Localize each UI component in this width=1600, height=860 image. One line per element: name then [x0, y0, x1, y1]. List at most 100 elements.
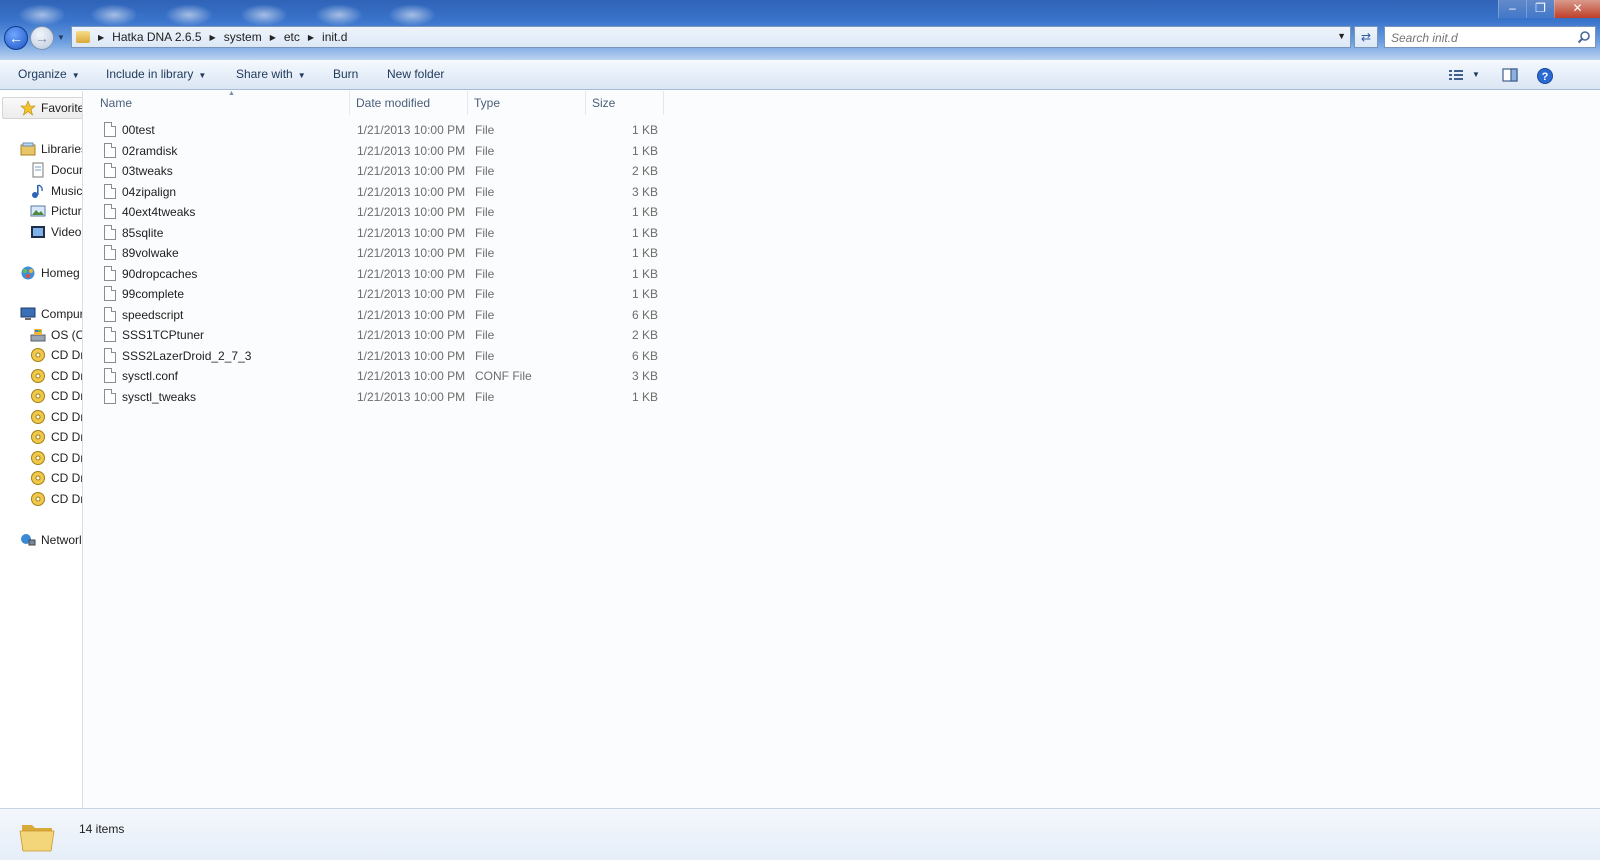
file-row[interactable]: 04zipalign 1/21/2013 10:00 PM File 3 KB — [100, 182, 670, 202]
search-box[interactable] — [1384, 26, 1596, 48]
sidebar-item-cd-drive[interactable]: CD Dr — [30, 367, 83, 385]
help-icon[interactable]: ? — [1537, 68, 1553, 84]
maximize-button[interactable]: ❐ — [1526, 0, 1554, 18]
folder-icon — [19, 825, 55, 852]
cd-drive-icon — [30, 368, 46, 384]
file-row[interactable]: 85sqlite 1/21/2013 10:00 PM File 1 KB — [100, 223, 670, 243]
sidebar-item-cd-drive[interactable]: CD Dr — [30, 490, 82, 508]
search-input[interactable] — [1391, 30, 1561, 45]
minimize-button[interactable]: – — [1498, 0, 1526, 18]
window-controls: – ❐ ✕ — [1498, 0, 1600, 18]
file-row[interactable]: 90dropcaches 1/21/2013 10:00 PM File 1 K… — [100, 264, 670, 284]
sidebar-item-cd-drive[interactable]: CD Dr — [30, 408, 82, 426]
sidebar-item-cd-drive[interactable]: CD Dr — [30, 469, 82, 487]
chevron-right-icon[interactable]: ▶ — [98, 33, 104, 42]
refresh-button[interactable]: ⇄ — [1354, 26, 1378, 48]
hard-drive-icon — [30, 327, 46, 343]
star-icon — [20, 100, 36, 116]
organize-button[interactable]: Organize ▼ — [18, 67, 80, 81]
share-with-label: Share with — [236, 67, 293, 81]
svg-text:?: ? — [1542, 71, 1549, 83]
network-icon — [20, 532, 36, 548]
file-name: 03tweaks — [122, 164, 173, 178]
breadcrumb-item[interactable]: Hatka DNA 2.6.5 — [112, 30, 201, 44]
burn-button[interactable]: Burn — [333, 67, 358, 81]
sidebar-item-favorites[interactable]: Favorite — [20, 99, 82, 117]
sort-ascending-icon: ▲ — [228, 90, 235, 97]
file-row[interactable]: 00test 1/21/2013 10:00 PM File 1 KB — [100, 120, 670, 140]
close-button[interactable]: ✕ — [1554, 0, 1600, 18]
chevron-right-icon[interactable]: ▶ — [270, 33, 276, 42]
sidebar-item-pictures[interactable]: Pictur — [30, 202, 82, 220]
file-date: 1/21/2013 10:00 PM — [357, 205, 466, 219]
sidebar-item-cd-drive[interactable]: CD Dr — [30, 449, 83, 467]
column-header-size[interactable]: Size — [586, 91, 664, 115]
file-type: File — [475, 267, 495, 281]
navigation-pane: Favorite Libraries Docur Music Pictur Vi… — [0, 91, 83, 808]
change-view-icon[interactable] — [1448, 68, 1464, 82]
file-icon — [104, 204, 116, 219]
file-name: 89volwake — [122, 246, 179, 260]
file-row[interactable]: sysctl_tweaks 1/21/2013 10:00 PM File 1 … — [100, 387, 670, 407]
sidebar-item-label: CD Dr — [51, 451, 83, 465]
sidebar-item-videos[interactable]: Video — [30, 223, 81, 241]
cd-drive-icon — [30, 491, 46, 507]
preview-pane-icon[interactable] — [1502, 68, 1518, 82]
file-row[interactable]: 03tweaks 1/21/2013 10:00 PM File 2 KB — [100, 161, 670, 181]
include-in-library-button[interactable]: Include in library ▼ — [106, 67, 206, 81]
breadcrumb-item[interactable]: init.d — [322, 30, 347, 44]
file-icon — [104, 368, 116, 383]
file-date: 1/21/2013 10:00 PM — [357, 287, 466, 301]
sidebar-item-computer[interactable]: Compur — [20, 305, 82, 323]
chevron-down-icon: ▼ — [198, 71, 207, 80]
recent-pages-dropdown[interactable]: ▼ — [57, 33, 67, 43]
homegroup-icon — [20, 265, 36, 281]
file-name: 85sqlite — [122, 226, 164, 240]
share-with-button[interactable]: Share with ▼ — [236, 67, 306, 81]
cd-drive-icon — [30, 470, 46, 486]
file-date: 1/21/2013 10:00 PM — [357, 246, 466, 260]
breadcrumb-item[interactable]: system — [224, 30, 262, 44]
sidebar-item-libraries[interactable]: Libraries — [20, 140, 82, 158]
sidebar-item-os-drive[interactable]: OS (C — [30, 326, 82, 344]
file-row[interactable]: speedscript 1/21/2013 10:00 PM File 6 KB — [100, 305, 670, 325]
breadcrumb-item[interactable]: etc — [284, 30, 300, 44]
file-row[interactable]: 99complete 1/21/2013 10:00 PM File 1 KB — [100, 284, 670, 304]
file-size: 1 KB — [631, 287, 658, 301]
file-date: 1/21/2013 10:00 PM — [357, 267, 466, 281]
file-row[interactable]: SSS1TCPtuner 1/21/2013 10:00 PM File 2 K… — [100, 325, 670, 345]
file-icon — [104, 327, 116, 342]
chevron-right-icon[interactable]: ▶ — [210, 33, 216, 42]
new-folder-button[interactable]: New folder — [387, 67, 444, 81]
file-name: 40ext4tweaks — [122, 205, 196, 219]
file-row[interactable]: 40ext4tweaks 1/21/2013 10:00 PM File 1 K… — [100, 202, 670, 222]
file-icon — [104, 307, 116, 322]
sidebar-item-label: Music — [51, 184, 83, 198]
column-header-type[interactable]: Type — [468, 91, 586, 115]
sidebar-item-cd-drive[interactable]: CD Dr — [30, 346, 82, 364]
sidebar-item-cd-drive[interactable]: CD Dr — [30, 428, 82, 446]
chevron-right-icon[interactable]: ▶ — [308, 33, 314, 42]
sidebar-item-network[interactable]: Networl — [20, 531, 82, 549]
address-history-dropdown[interactable]: ▼ — [1337, 31, 1346, 41]
file-row[interactable]: 02ramdisk 1/21/2013 10:00 PM File 1 KB — [100, 141, 670, 161]
sidebar-item-music[interactable]: Music — [30, 182, 82, 200]
sidebar-item-homegroup[interactable]: Homeg — [20, 264, 80, 282]
column-header-date[interactable]: Date modified — [350, 91, 468, 115]
file-row[interactable]: 89volwake 1/21/2013 10:00 PM File 1 KB — [100, 243, 670, 263]
column-header-name[interactable]: Name ▲ — [94, 90, 350, 115]
sidebar-item-label: CD Dr — [51, 369, 83, 383]
search-icon[interactable] — [1577, 30, 1591, 44]
include-in-library-label: Include in library — [106, 67, 194, 81]
view-options-dropdown[interactable]: ▼ — [1472, 70, 1480, 79]
forward-button[interactable]: → — [30, 26, 54, 50]
file-row[interactable]: SSS2LazerDroid_2_7_3 1/21/2013 10:00 PM … — [100, 346, 670, 366]
back-button[interactable]: ← — [4, 26, 28, 50]
sidebar-item-cd-drive[interactable]: CD Dr — [30, 387, 82, 405]
address-bar[interactable]: ▶ Hatka DNA 2.6.5 ▶ system ▶ etc ▶ init.… — [71, 26, 1351, 48]
glass-reflection — [315, 4, 363, 26]
file-type: File — [475, 328, 495, 342]
back-arrow-icon: ← — [9, 30, 23, 46]
file-row[interactable]: sysctl.conf 1/21/2013 10:00 PM CONF File… — [100, 366, 670, 386]
sidebar-item-documents[interactable]: Docur — [30, 161, 82, 179]
